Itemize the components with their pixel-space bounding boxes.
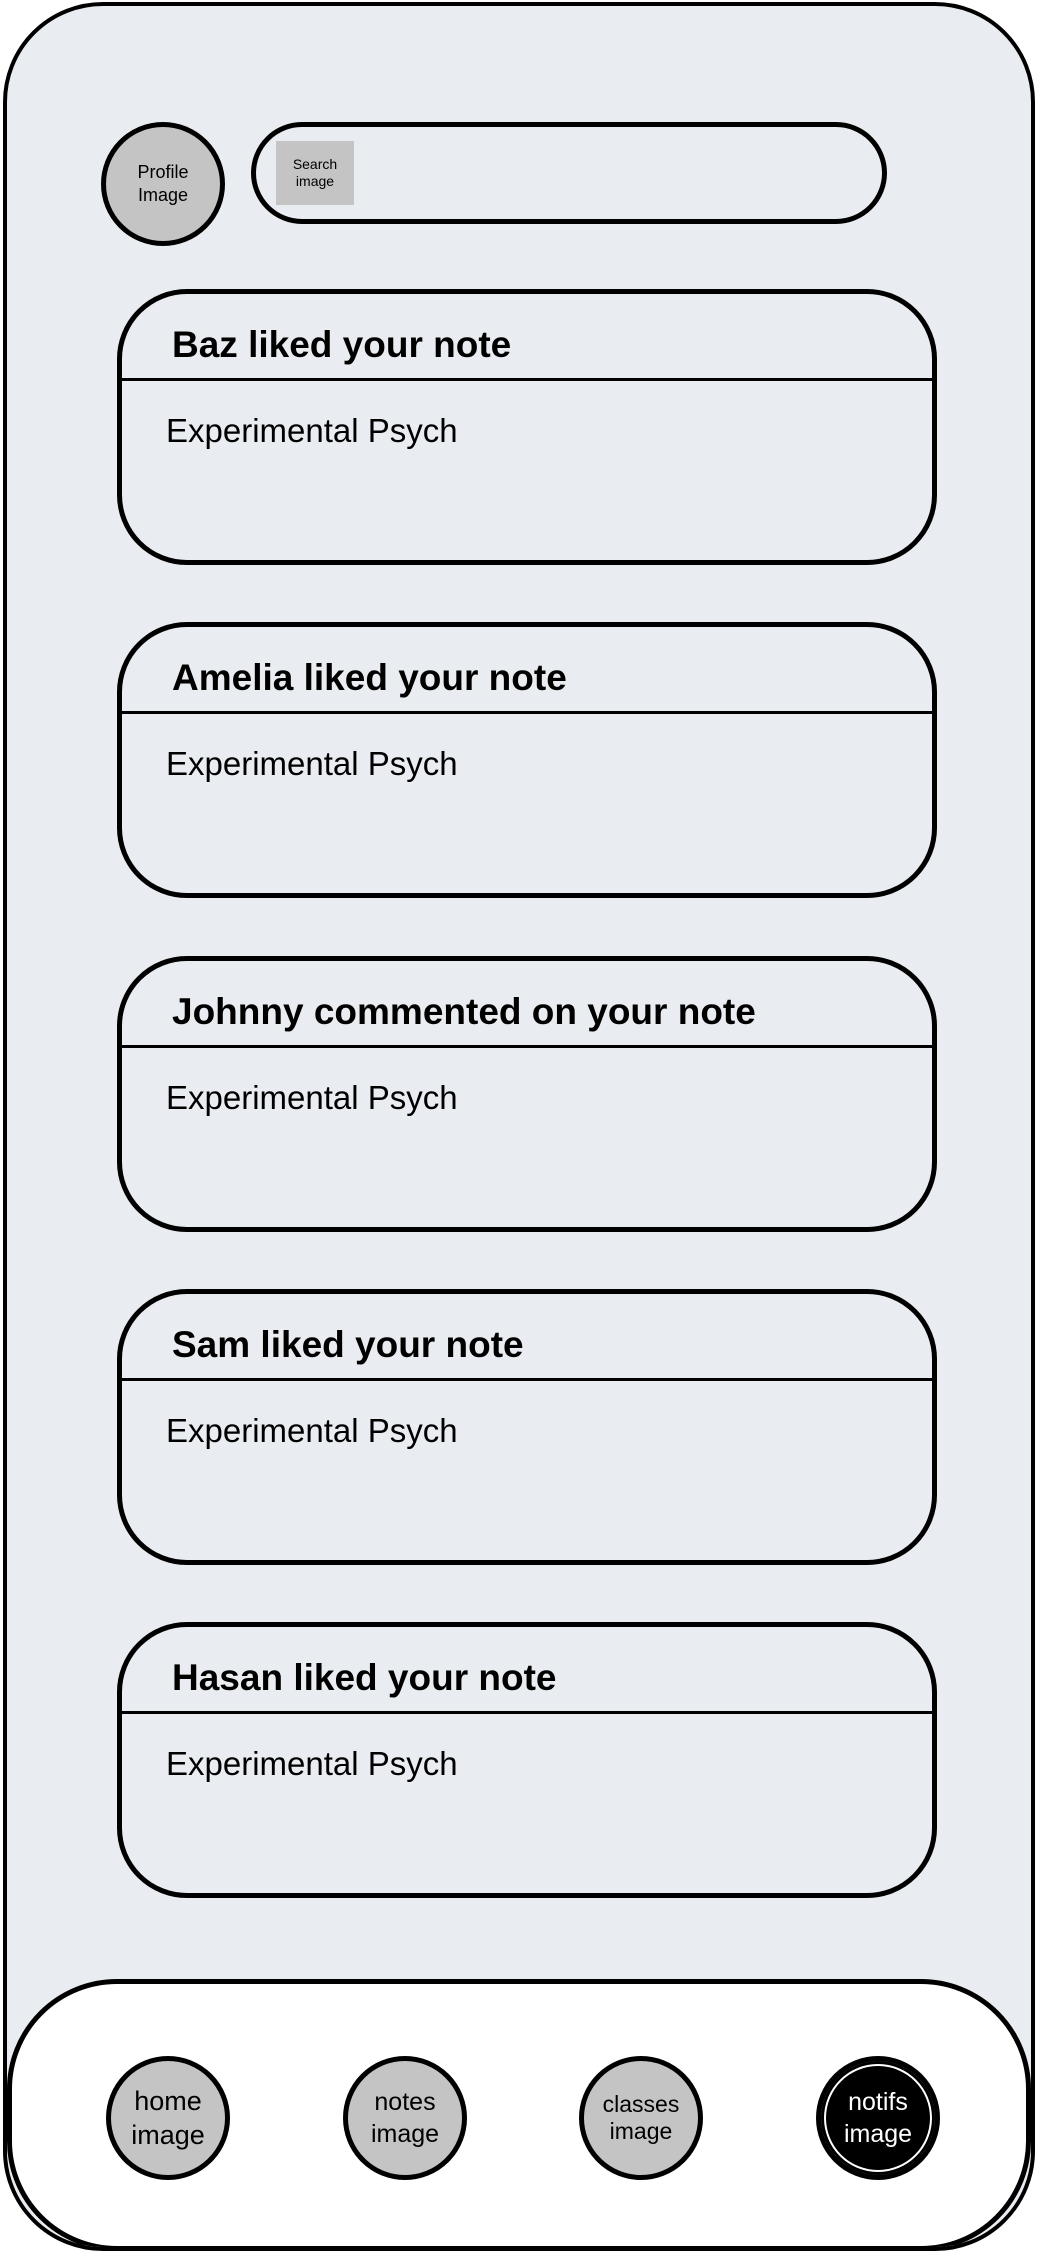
phone-frame: Profile Image Search image Baz liked you… (3, 2, 1035, 2251)
search-image-label: Search image (292, 156, 338, 189)
notification-title: Johnny commented on your note (172, 991, 756, 1032)
notification-class: Experimental Psych (166, 1745, 458, 1782)
notification-title: Baz liked your note (172, 324, 512, 365)
search-bar[interactable]: Search image (251, 122, 887, 224)
classes-icon: classes image (602, 2091, 680, 2144)
card-divider (122, 1378, 932, 1381)
notification-title: Hasan liked your note (172, 1657, 557, 1698)
notes-icon: notes image (370, 2088, 440, 2148)
notification-class: Experimental Psych (166, 1412, 458, 1449)
profile-image-button[interactable]: Profile Image (101, 122, 225, 246)
nav-notifs-button[interactable]: notifs image (816, 2056, 940, 2180)
nav-classes-button[interactable]: classes image (579, 2056, 703, 2180)
nav-home-button[interactable]: home image (106, 2056, 230, 2180)
nav-notes-button[interactable]: notes image (343, 2056, 467, 2180)
card-divider (122, 378, 932, 381)
card-divider (122, 1711, 932, 1714)
card-divider (122, 1045, 932, 1048)
home-icon: home image (131, 2086, 205, 2150)
notifs-icon: notifs image (843, 2088, 913, 2148)
notification-card[interactable]: Johnny commented on your note Experiment… (117, 956, 937, 1232)
notification-card[interactable]: Sam liked your note Experimental Psych (117, 1289, 937, 1565)
card-divider (122, 711, 932, 714)
notification-title: Amelia liked your note (172, 657, 567, 698)
notification-class: Experimental Psych (166, 412, 458, 449)
notification-class: Experimental Psych (166, 1079, 458, 1116)
profile-image-label: Profile Image (137, 162, 189, 205)
notification-title: Sam liked your note (172, 1324, 524, 1365)
notification-class: Experimental Psych (166, 745, 458, 782)
search-icon[interactable]: Search image (276, 141, 354, 205)
notification-card[interactable]: Hasan liked your note Experimental Psych (117, 1622, 937, 1898)
notification-card[interactable]: Baz liked your note Experimental Psych (117, 289, 937, 565)
notification-card[interactable]: Amelia liked your note Experimental Psyc… (117, 622, 937, 898)
